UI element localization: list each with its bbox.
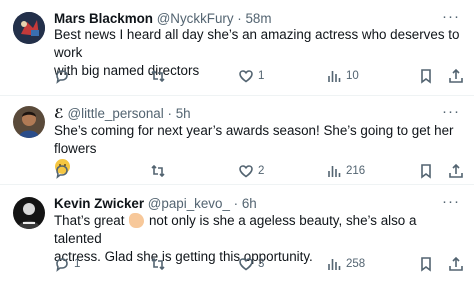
tweet-actions: 1 10 [54,67,466,85]
tweet-kevin-zwicker[interactable]: Kevin Zwicker @papi_kevo_ · 6h ··· That’… [0,185,474,285]
view-count: 258 [346,258,366,270]
reply-button[interactable] [54,162,74,180]
display-name[interactable]: Mars Blackmon [54,11,153,26]
avatar[interactable] [13,197,45,229]
replies-feed: Mars Blackmon @NyckkFury · 58m ··· Best … [0,0,474,285]
separator-dot: · [237,11,242,26]
retweet-icon [151,164,165,178]
view-count: 216 [346,165,366,177]
timestamp[interactable]: 5h [176,106,191,121]
tweet-header: Kevin Zwicker @papi_kevo_ · 6h [54,195,466,213]
timestamp[interactable]: 58m [245,11,271,26]
bookmark-icon [421,69,431,84]
tweet-text-segment: That’s great [54,213,125,228]
heart-icon [239,258,253,271]
more-options-button[interactable]: ··· [442,8,460,26]
retweet-button[interactable] [150,67,170,85]
tweet-text-line: That’s great not only is she a ageless b… [54,212,462,248]
reply-button[interactable] [54,67,74,85]
tweet-little-personal[interactable]: ℰ @little_personal · 5h ··· She’s coming… [0,96,474,184]
retweet-icon [151,257,165,271]
display-name[interactable]: Kevin Zwicker [54,196,144,211]
more-options-button[interactable]: ··· [442,103,460,121]
bookmark-button[interactable] [418,67,434,85]
share-icon [449,68,463,83]
tweet-actions: 2 216 [54,162,466,180]
avatar[interactable] [13,106,45,138]
like-count: 1 [258,70,265,82]
tweet-text-line: She’s coming for next year’s awards seas… [54,123,454,156]
avatar[interactable] [13,12,45,44]
like-count: 3 [258,258,265,270]
bookmark-icon [421,164,431,179]
tweet-text-line: Best news I heard all day she’s an amazi… [54,27,460,60]
tweet-mars-blackmon[interactable]: Mars Blackmon @NyckkFury · 58m ··· Best … [0,0,474,95]
views-button[interactable]: 10 [326,67,359,85]
bookmark-button[interactable] [418,162,434,180]
view-count: 10 [346,70,359,82]
avatar-image [13,197,45,229]
separator-dot: · [233,196,239,211]
more-options-button[interactable]: ··· [442,193,460,211]
tweet-actions: 1 3 258 [54,255,466,273]
like-count: 2 [258,165,265,177]
avatar-image [13,106,45,138]
share-icon [449,163,463,178]
reply-button[interactable]: 1 [54,255,80,273]
heart-icon [239,70,253,83]
views-button[interactable]: 216 [326,162,365,180]
like-button[interactable]: 3 [238,255,264,273]
share-button[interactable] [448,67,464,85]
retweet-icon [151,69,165,83]
reply-icon [56,165,68,179]
reply-icon [56,70,68,84]
retweet-button[interactable] [150,255,170,273]
views-icon [328,259,341,270]
share-button[interactable] [448,162,464,180]
retweet-button[interactable] [150,162,170,180]
clapping-hands-emoji-icon [129,213,145,228]
user-handle[interactable]: @little_personal [68,106,164,121]
views-icon [328,71,341,82]
bookmark-icon [421,257,431,272]
views-icon [328,166,341,177]
share-icon [449,256,463,271]
display-name-glyph[interactable]: ℰ [54,106,64,121]
avatar-image [13,12,45,44]
user-handle[interactable]: @NyckkFury [157,11,234,26]
bookmark-button[interactable] [418,255,434,273]
views-button[interactable]: 258 [326,255,365,273]
user-handle[interactable]: @papi_kevo_ [148,196,230,211]
reply-count: 1 [74,258,81,270]
separator-dot: · [167,106,172,121]
reply-icon [56,258,68,272]
tweet-header: ℰ @little_personal · 5h [54,105,466,123]
timestamp[interactable]: 6h [242,196,257,211]
like-button[interactable]: 1 [238,67,264,85]
heart-icon [239,165,253,178]
share-button[interactable] [448,255,464,273]
like-button[interactable]: 2 [238,162,264,180]
